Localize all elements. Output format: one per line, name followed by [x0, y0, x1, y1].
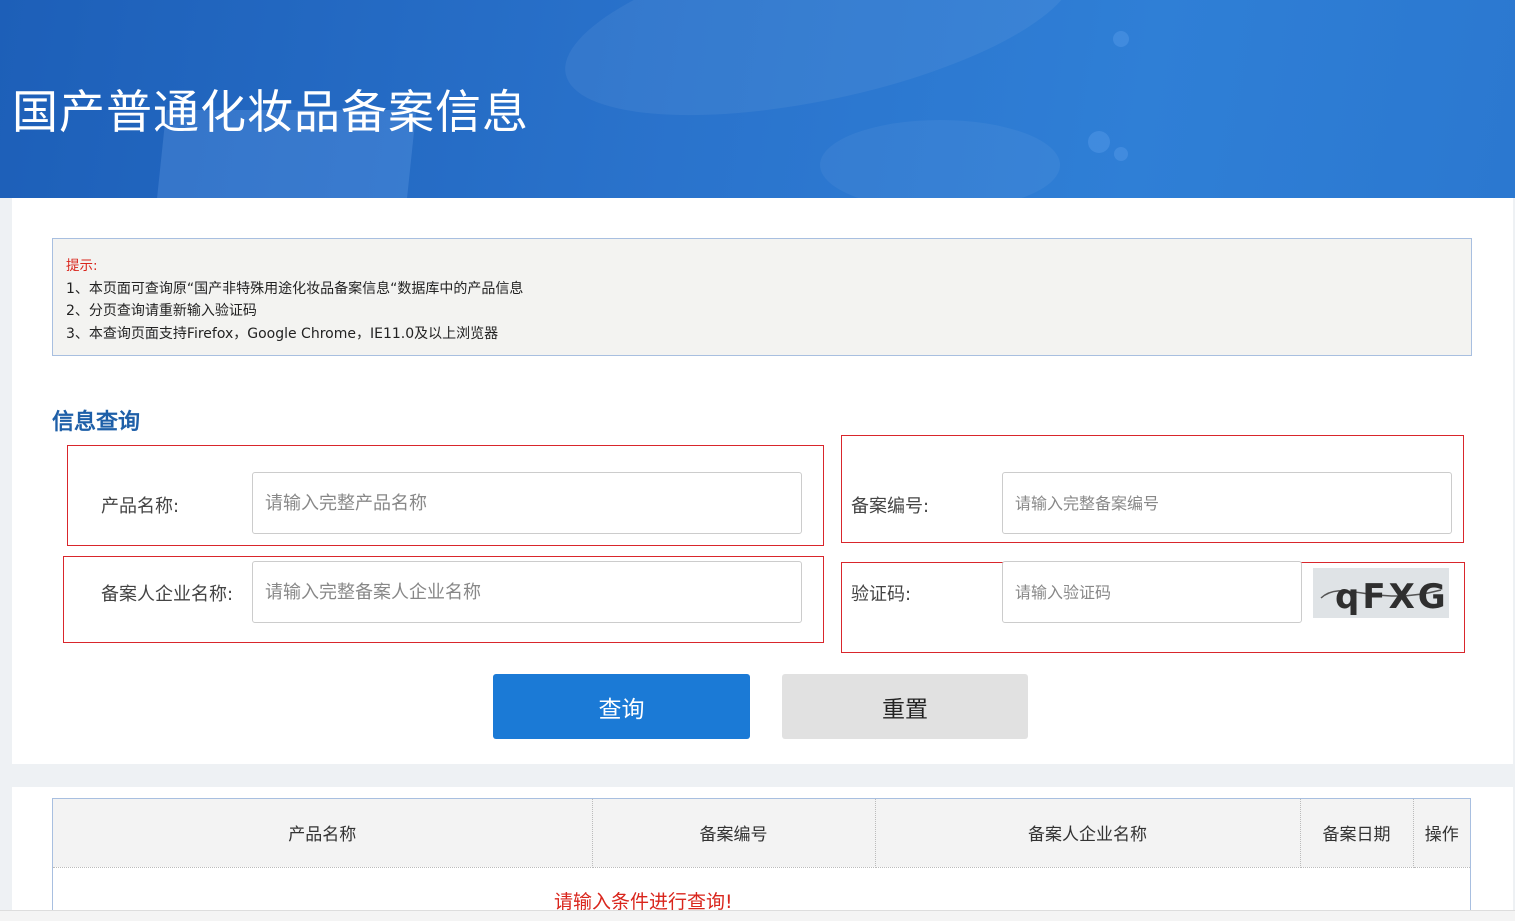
- notice-box: 提示: 1、本页面可查询原“国产非特殊用途化妆品备案信息“数据库中的产品信息 2…: [52, 238, 1472, 356]
- record-no-label: 备案编号:: [851, 496, 930, 517]
- captcha-input[interactable]: [1002, 561, 1302, 623]
- page-title: 国产普通化妆品备案信息: [12, 85, 529, 139]
- product-name-label: 产品名称:: [101, 496, 180, 517]
- notice-line: 3、本查询页面支持Firefox，Google Chrome，IE11.0及以上…: [66, 325, 499, 342]
- product-name-input[interactable]: [252, 472, 802, 534]
- results-table: 产品名称 备案编号 备案人企业名称 备案日期 操作: [52, 798, 1471, 921]
- column-header-record-no: 备案编号: [592, 799, 876, 868]
- notice-line: 1、本页面可查询原“国产非特殊用途化妆品备案信息“数据库中的产品信息: [66, 280, 524, 297]
- notice-title: 提示:: [66, 258, 98, 274]
- captcha-label: 验证码:: [851, 584, 912, 605]
- banner-decoration: [820, 120, 1060, 198]
- column-header-action: 操作: [1413, 799, 1470, 868]
- column-header-date: 备案日期: [1300, 799, 1414, 868]
- section-title: 信息查询: [52, 410, 141, 435]
- banner-dot: [1114, 147, 1128, 161]
- company-input[interactable]: [252, 561, 802, 623]
- bottom-strip: [0, 910, 1515, 921]
- column-header-product-name: 产品名称: [53, 799, 593, 868]
- header-banner: 国产普通化妆品备案信息: [0, 0, 1515, 198]
- banner-dot: [1088, 131, 1110, 153]
- reset-button[interactable]: 重置: [782, 674, 1028, 739]
- banner-dot: [1113, 31, 1129, 47]
- notice-line: 2、分页查询请重新输入验证码: [66, 303, 257, 319]
- column-header-company: 备案人企业名称: [875, 799, 1301, 868]
- company-label: 备案人企业名称:: [101, 584, 234, 605]
- record-no-input[interactable]: [1002, 472, 1452, 534]
- query-button[interactable]: 查询: [493, 674, 750, 739]
- captcha-image[interactable]: qFXG: [1313, 568, 1449, 618]
- table-header-row: 产品名称 备案编号 备案人企业名称 备案日期 操作: [53, 799, 1470, 868]
- captcha-text: qFXG: [1335, 577, 1449, 617]
